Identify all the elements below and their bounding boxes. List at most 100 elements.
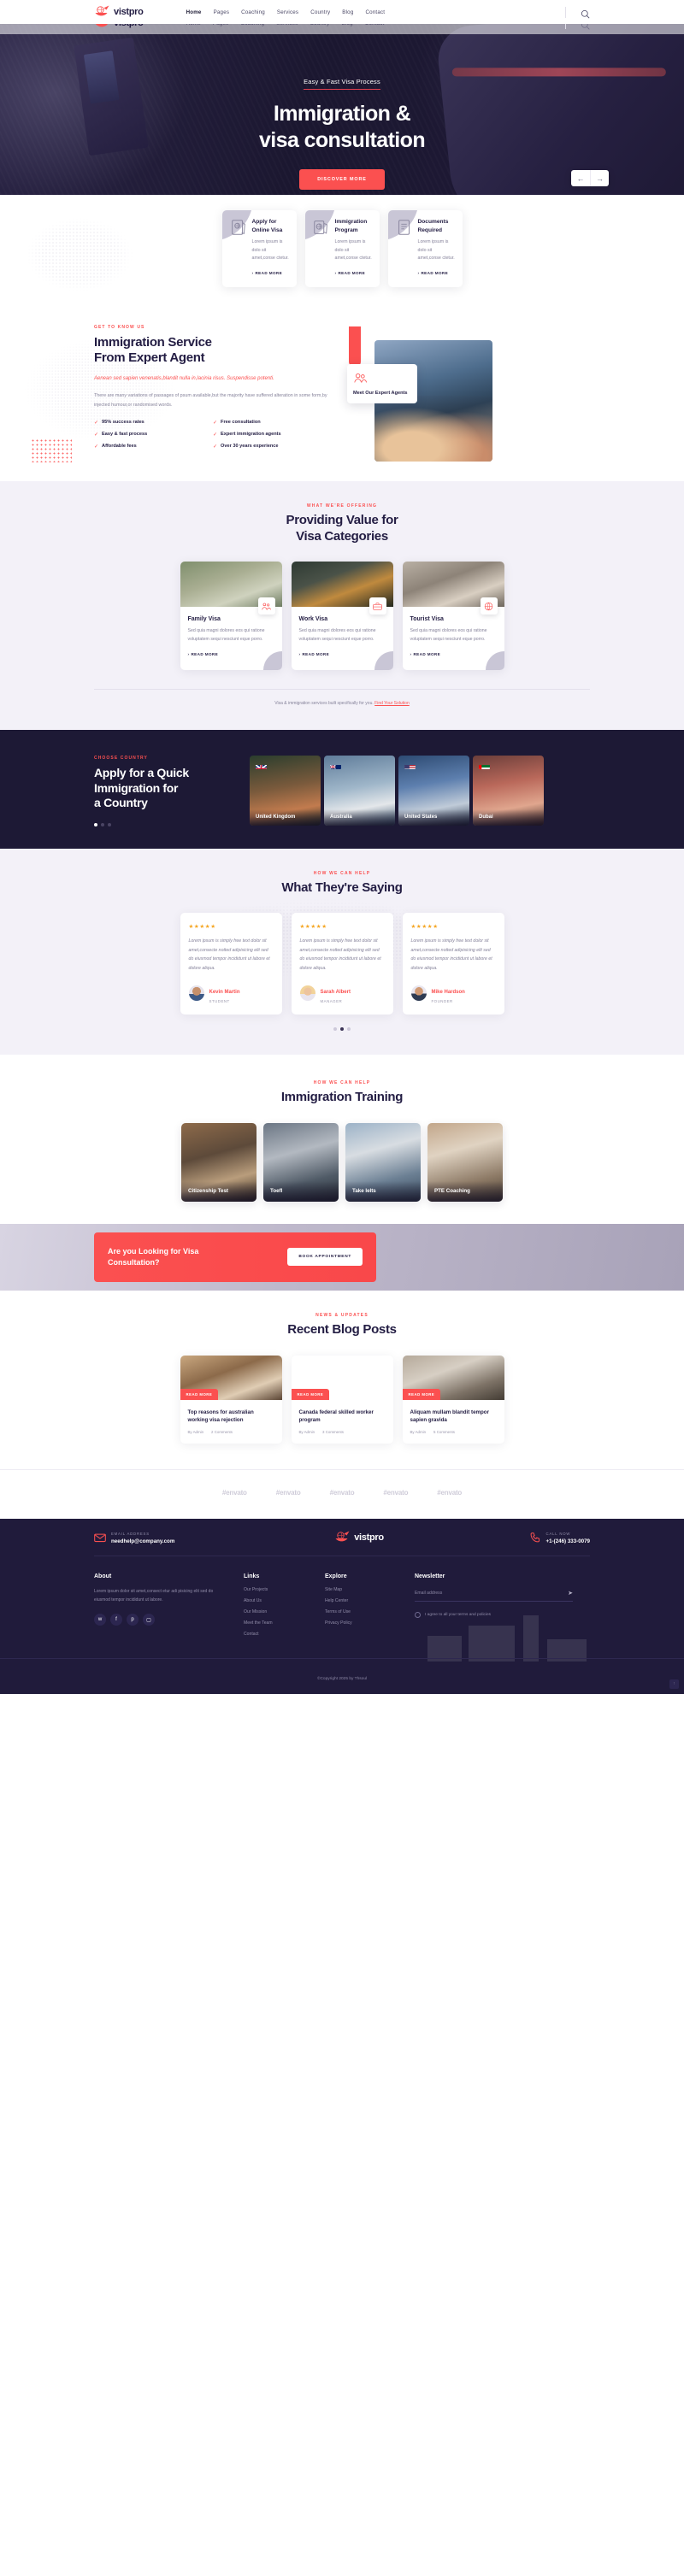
newsletter-email-input[interactable] [415,1591,534,1597]
nav-item-country[interactable]: Country [310,9,330,15]
training-card-label: Toefl [263,1180,339,1202]
blog-card[interactable]: READ MORE Top reasons for australian wor… [180,1355,282,1444]
discover-more-button[interactable]: DISCOVER MORE [299,169,385,190]
country-title-line1: Apply for a Quick [94,766,189,780]
hero-title-line2: visa consultation [258,127,426,152]
blog-read-more-tag[interactable]: READ MORE [180,1388,219,1400]
nav-item-coaching[interactable]: Coaching [241,9,265,15]
pinterest-icon[interactable]: p [127,1614,139,1626]
twitter-icon[interactable]: w [94,1614,106,1626]
send-icon[interactable]: ➤ [568,1590,573,1597]
nav-item-contact[interactable]: Contact [365,9,385,15]
testimonial-role: STUDENT [209,999,230,1004]
service-read-more-link[interactable]: › READ MORE [418,271,449,275]
hero-next-arrow-icon[interactable]: → [590,170,609,186]
instagram-icon[interactable]: ▢ [143,1614,155,1626]
nav-item-services[interactable]: Services [277,9,298,15]
footer-email-block[interactable]: EMAIL ADDRESS needhelp@company.com [94,1532,256,1544]
footer-logo[interactable]: vistpro [334,1531,384,1544]
testimonials-slider-pager[interactable] [94,1027,590,1032]
category-card[interactable]: Family Visa Sed quia magni dolores eos q… [180,562,282,671]
training-card[interactable]: Citizenship Test [181,1122,256,1202]
training-card[interactable]: PTE Coaching [428,1122,503,1202]
country-card[interactable]: Australia [324,756,395,826]
footer-link-about-us[interactable]: About Us [244,1598,325,1603]
pager-dot[interactable] [101,822,104,826]
newsletter-agree-row[interactable]: I agree to all your terms and policies [415,1612,573,1619]
footer-email-value[interactable]: needhelp@company.com [111,1538,174,1544]
newsletter-field[interactable]: ➤ [415,1590,573,1603]
testimonial-card-row: ★★★★★ Lorem ipsum is simply free text do… [94,913,590,1015]
feature-item: ✓ Over 30 years experience [213,444,279,450]
blog-read-more-tag[interactable]: READ MORE [402,1388,441,1400]
service-card[interactable]: Documents Required Lorem ipsum is dolo s… [387,210,463,287]
footer-link-our-mission[interactable]: Our Mission [244,1609,325,1614]
cta-card: Are you Looking for Visa Consultation? B… [94,1232,376,1282]
check-icon: ✓ [213,432,218,438]
service-card[interactable]: Immigration Program Lorem ipsum is dolo … [304,210,380,287]
testimonials-header: HOW WE CAN HELP What They're Saying [94,871,590,897]
footer-link-help-center[interactable]: Help Center [325,1598,406,1603]
hero-slider-nav[interactable]: ← → [571,170,609,186]
facebook-icon[interactable]: f [110,1614,122,1626]
footer-phone-block[interactable]: CALL NOW +1-(246) 333-0079 [462,1532,590,1544]
training-card[interactable]: Take Ielts [345,1122,421,1202]
category-photo [402,562,504,615]
country-slider-pager[interactable] [94,822,239,826]
training-section: HOW WE CAN HELP Immigration Training Cit… [0,1055,684,1224]
blog-author: By Admin [410,1430,427,1435]
pager-dot[interactable] [333,1027,337,1032]
footer-link-our-projects[interactable]: Our Projects [244,1587,325,1592]
footer-link-contact[interactable]: Contact [244,1632,325,1637]
footer-link-terms-of-use[interactable]: Terms of Use [325,1609,406,1614]
category-card[interactable]: Tourist Visa Sed quia magni dolores eos … [402,562,504,671]
training-card[interactable]: Toefl [263,1122,339,1202]
country-card[interactable]: United Kingdom [250,756,321,826]
testimonial-quote: Lorem ipsum is simply free text dolor si… [299,938,381,971]
pager-dot[interactable] [108,822,111,826]
agree-radio[interactable] [415,1612,421,1619]
expert-agents-badge[interactable]: Meet Our Expert Agents [347,363,417,404]
nav-item-home[interactable]: Home [186,9,202,15]
footer-social-links[interactable]: w f p ▢ [94,1614,244,1626]
main-nav[interactable]: Home Pages Coaching Services Country Blo… [186,9,386,15]
footer-newsletter-heading: Newsletter [415,1573,445,1580]
pager-dot[interactable] [347,1027,351,1032]
footer-link-privacy-policy[interactable]: Privacy Policy [325,1620,406,1626]
logo[interactable]: vistpro [94,5,144,19]
category-read-more-link[interactable]: › READ MORE [299,652,330,656]
footer-link-site-map[interactable]: Site Map [325,1587,406,1592]
country-card[interactable]: United States [398,756,469,826]
service-read-more-link[interactable]: › READ MORE [335,271,366,275]
category-read-more-link[interactable]: › READ MORE [410,652,441,656]
expert-badge-title: Meet Our Expert Agents [353,390,408,396]
categories-note-link[interactable]: Find Your Solution [374,701,410,706]
nav-item-blog[interactable]: Blog [342,9,353,15]
blog-read-more-tag[interactable]: READ MORE [291,1388,330,1400]
category-read-more-link[interactable]: › READ MORE [188,652,219,656]
country-text-column: CHOOSE COUNTRY Apply for a Quick Immigra… [94,756,239,826]
training-header: HOW WE CAN HELP Immigration Training [94,1080,590,1106]
book-appointment-button[interactable]: BOOK APPOINTMENT [287,1248,363,1267]
check-icon: ✓ [94,432,99,438]
blog-card[interactable]: READ MORE Canada federal skilled worker … [291,1355,393,1444]
blog-photo: READ MORE [180,1355,282,1400]
footer-link-meet-the-team[interactable]: Meet the Team [244,1620,325,1626]
category-card[interactable]: Work Visa Sed quia magni dolores eos qui… [291,562,393,671]
avatar [410,985,427,1001]
blog-card[interactable]: READ MORE Aliquam mullam blandit tempor … [402,1355,504,1444]
country-card[interactable]: Dubai [473,756,544,826]
service-read-more-link[interactable]: › READ MORE [252,271,283,275]
footer-phone-value[interactable]: +1-(246) 333-0079 [546,1538,590,1544]
nav-item-pages[interactable]: Pages [214,9,230,15]
pager-dot[interactable] [94,822,97,826]
hero-prev-arrow-icon[interactable]: ← [571,170,590,186]
blog-photo: READ MORE [291,1356,393,1400]
back-to-top-button[interactable]: ↑ [669,1679,679,1690]
pager-dot[interactable] [340,1027,344,1032]
search-icon[interactable] [581,8,590,18]
avatar [299,985,315,1001]
service-card[interactable]: Apply for Online Visa Lorem ipsum is dol… [221,210,297,287]
about-title: Immigration Service From Expert Agent [94,335,332,368]
about-feature-list: ✓ 95% success rates ✓ Free consultation ✓ E… [94,420,332,456]
